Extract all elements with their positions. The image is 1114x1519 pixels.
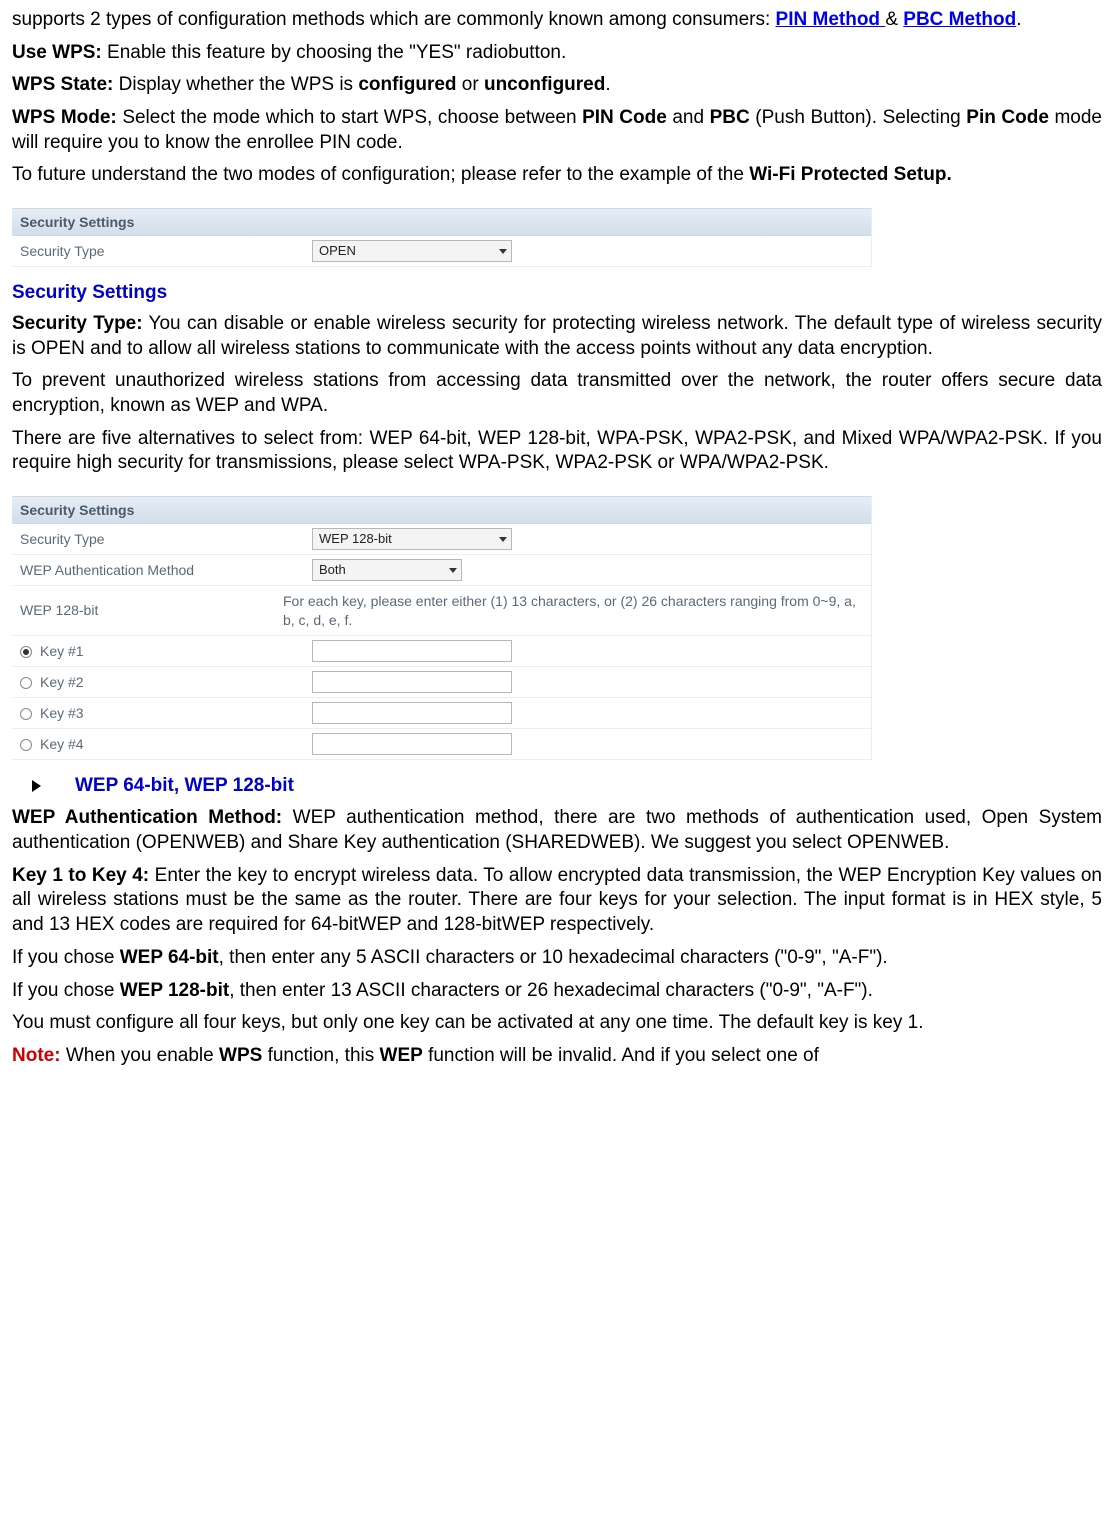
key1-row: Key #1 — [12, 636, 871, 667]
key1-input[interactable] — [312, 640, 512, 662]
select-value: WEP 128-bit — [319, 531, 392, 548]
security-type-select[interactable]: WEP 128-bit — [312, 528, 512, 550]
field-label: WPS Mode: — [12, 107, 117, 128]
text: WEP — [380, 1045, 423, 1066]
row-label: Key #4 — [12, 735, 312, 753]
security-settings-wep-screenshot: Security Settings Security Type WEP 128-… — [12, 496, 872, 760]
security-wep-wpa-paragraph: To prevent unauthorized wireless station… — [12, 369, 1102, 418]
instruction-text: For each key, please enter either (1) 13… — [283, 590, 871, 630]
security-type-row: Security Type WEP 128-bit — [12, 524, 871, 555]
text: To future understand the two modes of co… — [12, 164, 749, 185]
security-type-row: Security Type OPEN — [12, 236, 871, 267]
text: (Push Button). Selecting — [750, 107, 967, 128]
wep128-paragraph: If you chose WEP 128-bit, then enter 13 … — [12, 979, 1102, 1004]
field-label: Key 1 to Key 4: — [12, 865, 149, 886]
row-label: WEP 128-bit — [12, 601, 283, 619]
text: PBC — [710, 107, 750, 128]
text: Wi-Fi Protected Setup. — [749, 164, 952, 185]
security-type-paragraph: Security Type: You can disable or enable… — [12, 312, 1102, 361]
text: If you chose — [12, 980, 120, 1001]
label-text: Key #1 — [40, 643, 84, 659]
wep-128-instruction-row: WEP 128-bit For each key, please enter e… — [12, 586, 871, 635]
panel-header: Security Settings — [12, 496, 871, 524]
wep-bullet-title: WEP 64-bit, WEP 128-bit — [75, 774, 294, 799]
text: Pin Code — [966, 107, 1049, 128]
text: You can disable or enable wireless secur… — [12, 313, 1102, 359]
text: and — [667, 107, 710, 128]
key2-row: Key #2 — [12, 667, 871, 698]
text: WEP 64-bit — [120, 947, 219, 968]
text: supports 2 types of configuration method… — [12, 9, 776, 30]
text: WPS — [219, 1045, 262, 1066]
text: , then enter 13 ASCII characters or 26 h… — [229, 980, 873, 1001]
wep-auth-row: WEP Authentication Method Both — [12, 555, 871, 586]
key3-row: Key #3 — [12, 698, 871, 729]
row-label: Key #3 — [12, 704, 312, 722]
text: Display whether the WPS is — [113, 74, 358, 95]
label-text: Key #2 — [40, 674, 84, 690]
text: function, this — [262, 1045, 379, 1066]
wep-auth-method-paragraph: WEP Authentication Method: WEP authentic… — [12, 806, 1102, 855]
intro-paragraph: supports 2 types of configuration method… — [12, 8, 1102, 33]
row-label: Key #1 — [12, 642, 312, 660]
text: configured — [358, 74, 456, 95]
wep64-paragraph: If you chose WEP 64-bit, then enter any … — [12, 946, 1102, 971]
wep-auth-select[interactable]: Both — [312, 559, 462, 581]
text: WEP 128-bit — [120, 980, 229, 1001]
label-text: Key #4 — [40, 736, 84, 752]
text: function will be invalid. And if you sel… — [423, 1045, 819, 1066]
key3-input[interactable] — [312, 702, 512, 724]
field-label: Use WPS: — [12, 42, 102, 63]
chevron-down-icon — [499, 537, 507, 542]
security-type-select[interactable]: OPEN — [312, 240, 512, 262]
chevron-down-icon — [499, 249, 507, 254]
text: & — [885, 9, 903, 30]
text: If you chose — [12, 947, 120, 968]
key2-radio[interactable] — [20, 677, 32, 689]
triangle-right-icon — [32, 780, 41, 792]
wps-state-paragraph: WPS State: Display whether the WPS is co… — [12, 73, 1102, 98]
key3-radio[interactable] — [20, 708, 32, 720]
field-label: Security Type: — [12, 313, 143, 334]
text: . — [1016, 9, 1021, 30]
text: PIN Code — [582, 107, 667, 128]
security-settings-open-screenshot: Security Settings Security Type OPEN — [12, 208, 872, 267]
keys-paragraph: Key 1 to Key 4: Enter the key to encrypt… — [12, 864, 1102, 938]
text: Select the mode which to start WPS, choo… — [117, 107, 582, 128]
select-value: Both — [319, 562, 346, 579]
field-label: WPS State: — [12, 74, 113, 95]
row-label: WEP Authentication Method — [12, 561, 312, 579]
pbc-method-link[interactable]: PBC Method — [903, 9, 1016, 30]
wps-example-paragraph: To future understand the two modes of co… — [12, 163, 1102, 188]
text: Enable this feature by choosing the "YES… — [102, 42, 567, 63]
key1-radio[interactable] — [20, 646, 32, 658]
pin-method-link[interactable]: PIN Method — [776, 9, 886, 30]
panel-header: Security Settings — [12, 208, 871, 236]
row-label: Security Type — [12, 530, 312, 548]
text: Enter the key to encrypt wireless data. … — [12, 865, 1102, 935]
chevron-down-icon — [449, 568, 457, 573]
row-label: Security Type — [12, 242, 312, 260]
key4-row: Key #4 — [12, 729, 871, 760]
note-label: Note: — [12, 1045, 61, 1066]
security-settings-title: Security Settings — [12, 281, 1102, 306]
text: When you enable — [61, 1045, 219, 1066]
text: unconfigured — [484, 74, 605, 95]
security-alternatives-paragraph: There are five alternatives to select fr… — [12, 427, 1102, 476]
wps-mode-paragraph: WPS Mode: Select the mode which to start… — [12, 106, 1102, 155]
text: or — [457, 74, 484, 95]
row-label: Key #2 — [12, 673, 312, 691]
key4-input[interactable] — [312, 733, 512, 755]
key2-input[interactable] — [312, 671, 512, 693]
use-wps-paragraph: Use WPS: Enable this feature by choosing… — [12, 41, 1102, 66]
select-value: OPEN — [319, 243, 356, 260]
text: , then enter any 5 ASCII characters or 1… — [219, 947, 888, 968]
wep-bullet-row: WEP 64-bit, WEP 128-bit — [32, 774, 1102, 799]
note-paragraph: Note: When you enable WPS function, this… — [12, 1044, 1102, 1069]
field-label: WEP Authentication Method: — [12, 807, 282, 828]
text: . — [605, 74, 610, 95]
four-keys-paragraph: You must configure all four keys, but on… — [12, 1011, 1102, 1036]
key4-radio[interactable] — [20, 739, 32, 751]
label-text: Key #3 — [40, 705, 84, 721]
